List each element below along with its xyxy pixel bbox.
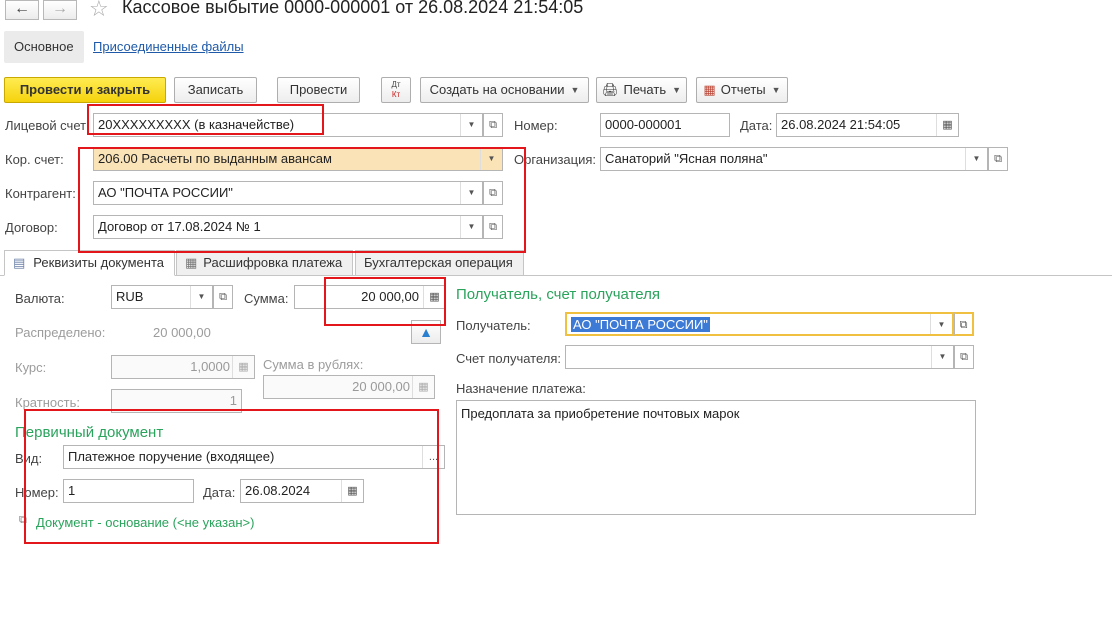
chevron-down-icon: ▼: [570, 85, 580, 95]
sum-label: Сумма:: [244, 291, 289, 306]
arrow-up-icon: ▲: [419, 324, 433, 340]
payment-purpose-label: Назначение платежа:: [456, 381, 586, 396]
post-and-close-button[interactable]: Провести и закрыть: [4, 77, 166, 103]
number-label: Номер:: [514, 118, 558, 133]
currency-label: Валюта:: [15, 291, 65, 306]
post-button[interactable]: Провести: [277, 77, 360, 103]
dropdown-icon[interactable]: ▼: [930, 314, 952, 334]
dropdown-icon[interactable]: ▼: [460, 114, 482, 136]
dt-kt-button[interactable]: Дт Кт: [381, 77, 411, 103]
recipient-account-field[interactable]: ▼: [565, 345, 954, 369]
open-recipient-account-button[interactable]: ⧉: [954, 345, 974, 369]
tab-payment-details[interactable]: ▦ Расшифровка платежа: [176, 250, 354, 276]
open-icon: ⧉: [960, 351, 968, 363]
annotation-box-sum: [324, 277, 446, 326]
rub-sum-field: 20 000,00 ▦: [263, 375, 435, 399]
recipient-field[interactable]: АО "ПОЧТА РОССИИ" ▼: [565, 312, 954, 336]
annotation-box-account: [87, 104, 324, 135]
tab-attached-files[interactable]: Присоединенные файлы: [83, 31, 254, 63]
calculator-icon: ▦: [232, 356, 254, 378]
arrow-right-icon: →: [52, 0, 68, 17]
date-label: Дата:: [740, 118, 773, 133]
dropdown-icon[interactable]: ▼: [190, 286, 212, 308]
annotation-box-header: [78, 147, 526, 253]
save-button[interactable]: Записать: [174, 77, 257, 103]
page-title: Кассовое выбытие 0000-000001 от 26.08.20…: [122, 0, 584, 17]
dt-kt-icon: Дт Кт: [391, 80, 401, 99]
print-button[interactable]: 🖨 Печать ▼: [596, 77, 687, 103]
open-icon: ⧉: [219, 291, 227, 303]
contract-label: Договор:: [5, 220, 58, 235]
calculator-icon: ▦: [412, 376, 434, 398]
printer-icon: 🖨: [601, 82, 619, 97]
table-icon: ▦: [185, 255, 198, 270]
rate-label: Курс:: [15, 360, 47, 375]
recipient-account-label: Счет получателя:: [456, 351, 562, 366]
tab-main[interactable]: Основное: [4, 31, 84, 63]
annotation-box-primary-doc: [24, 409, 439, 544]
recipient-section-title: Получатель, счет получателя: [456, 286, 660, 303]
open-currency-button[interactable]: ⧉: [213, 285, 233, 309]
rate-field: 1,0000 ▦: [111, 355, 255, 379]
account-label: Лицевой счет:: [5, 118, 90, 133]
date-field[interactable]: 26.08.2024 21:54:05 ▦: [776, 113, 959, 137]
number-field[interactable]: 0000-000001: [600, 113, 730, 137]
dropdown-icon[interactable]: ▼: [965, 148, 987, 170]
corr-account-label: Кор. счет:: [5, 152, 64, 167]
create-based-on-button[interactable]: Создать на основании ▼: [420, 77, 589, 103]
multiplicity-label: Кратность:: [15, 395, 80, 410]
tab-accounting-operation[interactable]: Бухгалтерская операция: [355, 250, 524, 276]
back-button[interactable]: ←: [5, 0, 39, 20]
open-icon: ⧉: [994, 153, 1002, 165]
payment-purpose-textarea[interactable]: Предоплата за приобретение почтовых маро…: [456, 400, 976, 515]
organization-field[interactable]: Санаторий "Ясная поляна" ▼: [600, 147, 988, 171]
reports-button[interactable]: ▦ Отчеты ▼: [696, 77, 788, 103]
calendar-icon[interactable]: ▦: [936, 114, 958, 136]
chevron-down-icon: ▼: [672, 85, 682, 95]
rub-sum-label: Сумма в рублях:: [263, 357, 364, 372]
tab-requisites[interactable]: ▤ Реквизиты документа: [4, 250, 176, 276]
arrow-left-icon: ←: [14, 0, 30, 17]
open-account-button[interactable]: ⧉: [483, 113, 503, 137]
forward-button[interactable]: →: [43, 0, 77, 20]
favorite-star-icon[interactable]: ☆: [89, 0, 109, 22]
counterparty-label: Контрагент:: [5, 186, 76, 201]
chevron-down-icon: ▼: [771, 85, 781, 95]
recipient-label: Получатель:: [456, 318, 531, 333]
distributed-label: Распределено:: [15, 325, 106, 340]
open-icon: ⧉: [489, 119, 497, 131]
open-icon: ⧉: [959, 319, 968, 331]
open-recipient-button[interactable]: ⧉: [954, 312, 974, 336]
dropdown-icon[interactable]: ▼: [931, 346, 953, 368]
document-icon: ▤: [13, 255, 26, 270]
report-icon: ▦: [703, 82, 716, 97]
open-organization-button[interactable]: ⧉: [988, 147, 1008, 171]
distributed-value: 20 000,00: [153, 325, 211, 340]
organization-label: Организация:: [514, 152, 597, 167]
currency-field[interactable]: RUB ▼: [111, 285, 213, 309]
